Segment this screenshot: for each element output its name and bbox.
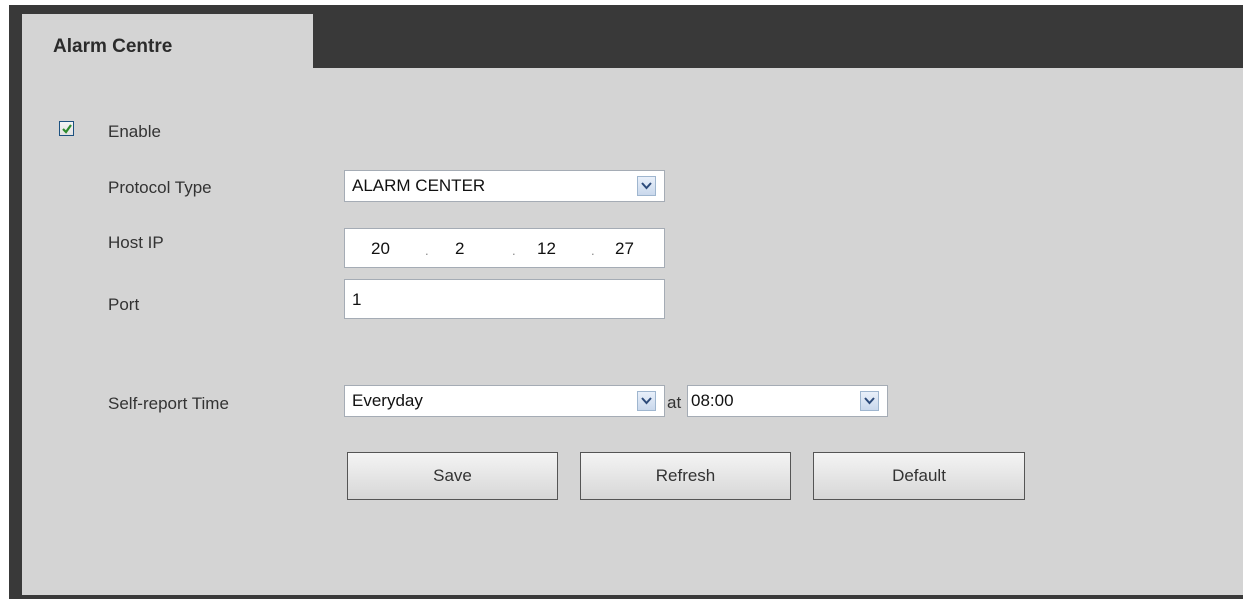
protocol-type-dropdown-button[interactable] [637, 176, 656, 196]
self-report-time-select[interactable]: 08:00 [687, 385, 888, 417]
at-label: at [667, 393, 682, 412]
port-input[interactable]: 1 [344, 279, 665, 319]
self-report-period-select[interactable]: Everyday [344, 385, 665, 417]
host-ip-label: Host IP [108, 233, 164, 252]
ip-octet-1[interactable]: 20 [371, 239, 390, 259]
ip-separator: . [591, 243, 595, 258]
save-button[interactable]: Save [347, 452, 558, 500]
frame-bottom-border [9, 595, 1243, 599]
port-label: Port [108, 295, 140, 314]
tab-alarm-centre[interactable]: Alarm Centre [22, 14, 313, 74]
refresh-button[interactable]: Refresh [580, 452, 791, 500]
ip-separator: . [512, 243, 516, 258]
enable-label: Enable [108, 122, 161, 141]
host-ip-input[interactable]: 20 . 2 . 12 . 27 [344, 228, 665, 268]
port-value: 1 [352, 290, 362, 309]
self-report-time-label: Self-report Time [108, 394, 229, 413]
chevron-down-icon [641, 182, 652, 190]
default-button[interactable]: Default [813, 452, 1025, 500]
self-report-time-value: 08:00 [691, 391, 734, 410]
tab-label: Alarm Centre [53, 36, 173, 57]
protocol-type-select[interactable]: ALARM CENTER [344, 170, 665, 202]
ip-separator: . [425, 243, 429, 258]
self-report-period-value: Everyday [352, 391, 423, 410]
frame-left-border [9, 5, 22, 599]
period-dropdown-button[interactable] [637, 391, 656, 411]
chevron-down-icon [864, 397, 875, 405]
time-dropdown-button[interactable] [860, 391, 879, 411]
ip-octet-3[interactable]: 12 [537, 239, 556, 259]
protocol-type-value: ALARM CENTER [352, 176, 486, 195]
checkmark-icon [62, 124, 72, 134]
chevron-down-icon [641, 397, 652, 405]
enable-checkbox[interactable] [59, 121, 74, 136]
protocol-type-label: Protocol Type [108, 178, 212, 197]
ip-octet-4[interactable]: 27 [615, 239, 634, 259]
ip-octet-2[interactable]: 2 [455, 239, 464, 259]
